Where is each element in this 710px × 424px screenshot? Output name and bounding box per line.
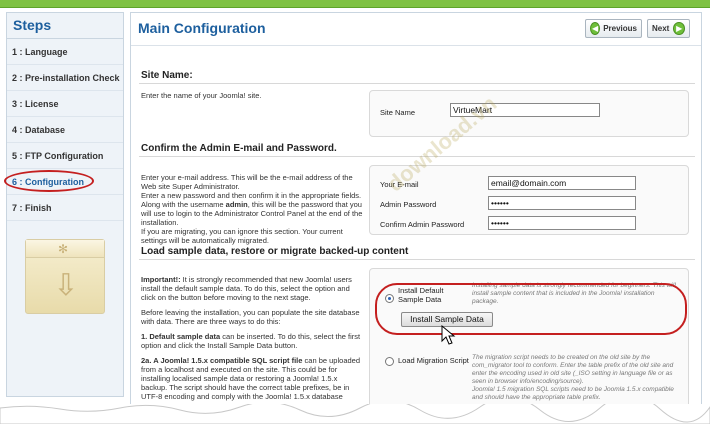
install-box-illustration: ✻ ⇩: [25, 239, 105, 314]
admin-description-1: Enter your e-mail address. This will be …: [141, 173, 353, 191]
arrow-left-icon: ◀: [590, 22, 601, 35]
sample-section-title: Load sample data, restore or migrate bac…: [141, 246, 409, 257]
sample-description: Important!: It is strongly recommended t…: [141, 275, 363, 401]
confirm-password-label: Confirm Admin Password: [380, 220, 465, 229]
section-divider: [139, 259, 695, 260]
site-name-description: Enter the name of your Joomla! site.: [141, 91, 262, 100]
site-name-label: Site Name: [380, 108, 416, 117]
step-finish: 7 : Finish: [7, 195, 123, 221]
admin-description-3: If you are migrating, you can ignore thi…: [141, 227, 343, 245]
admin-password-label: Admin Password: [380, 200, 437, 209]
next-button[interactable]: Next ▶: [647, 19, 690, 38]
step-license: 3 : License: [7, 91, 123, 117]
email-input[interactable]: email@domain.com: [488, 176, 636, 190]
arrow-right-icon: ▶: [673, 22, 685, 35]
mouse-cursor-icon: [441, 325, 456, 345]
main-panel: Main Configuration ◀ Previous Next ▶ Sit…: [130, 12, 702, 413]
previous-button[interactable]: ◀ Previous: [585, 19, 642, 38]
load-migration-radio[interactable]: [385, 357, 394, 366]
step-database: 4 : Database: [7, 117, 123, 143]
option1-note: 1. Default sample data can be inserted. …: [141, 332, 361, 350]
top-accent-bar: [0, 0, 710, 8]
joomla-logo-icon: ✻: [58, 242, 69, 256]
admin-password-input[interactable]: ••••••: [488, 196, 636, 210]
sidebar-title: Steps: [7, 13, 123, 39]
admin-section-title: Confirm the Admin E-mail and Password.: [141, 143, 337, 154]
load-migration-label: Load Migration Script: [398, 356, 469, 365]
page-title: Main Configuration: [138, 20, 266, 36]
important-note: Important!: It is strongly recommended t…: [141, 275, 352, 302]
step-ftp-configuration: 5 : FTP Configuration: [7, 143, 123, 169]
admin-description: Enter your e-mail address. This will be …: [141, 173, 363, 245]
confirm-password-input[interactable]: ••••••: [488, 216, 636, 230]
site-name-panel: Site Name VirtueMart: [369, 90, 689, 137]
download-arrow-icon: ⇩: [53, 269, 79, 302]
site-name-section-title: Site Name:: [141, 70, 193, 81]
steps-sidebar: Steps 1 : Language 2 : Pre-installation …: [6, 12, 124, 397]
step-pre-installation-check: 2 : Pre-installation Check: [7, 65, 123, 91]
next-label: Next: [652, 24, 670, 33]
main-header: Main Configuration ◀ Previous Next ▶: [131, 13, 701, 46]
previous-label: Previous: [603, 24, 637, 33]
before-note: Before leaving the installation, you can…: [141, 308, 360, 326]
torn-bottom-edge: [0, 404, 710, 424]
load-migration-note: The migration script needs to be created…: [472, 354, 674, 401]
admin-description-2: Enter a new password and then confirm it…: [141, 191, 363, 227]
step-language: 1 : Language: [7, 39, 123, 65]
option2-note: 2a. A Joomla! 1.5.x compatible SQL scrip…: [141, 356, 361, 401]
configuration-step-highlight: [4, 170, 94, 192]
section-divider: [139, 83, 695, 84]
install-sample-highlight: [375, 283, 687, 335]
